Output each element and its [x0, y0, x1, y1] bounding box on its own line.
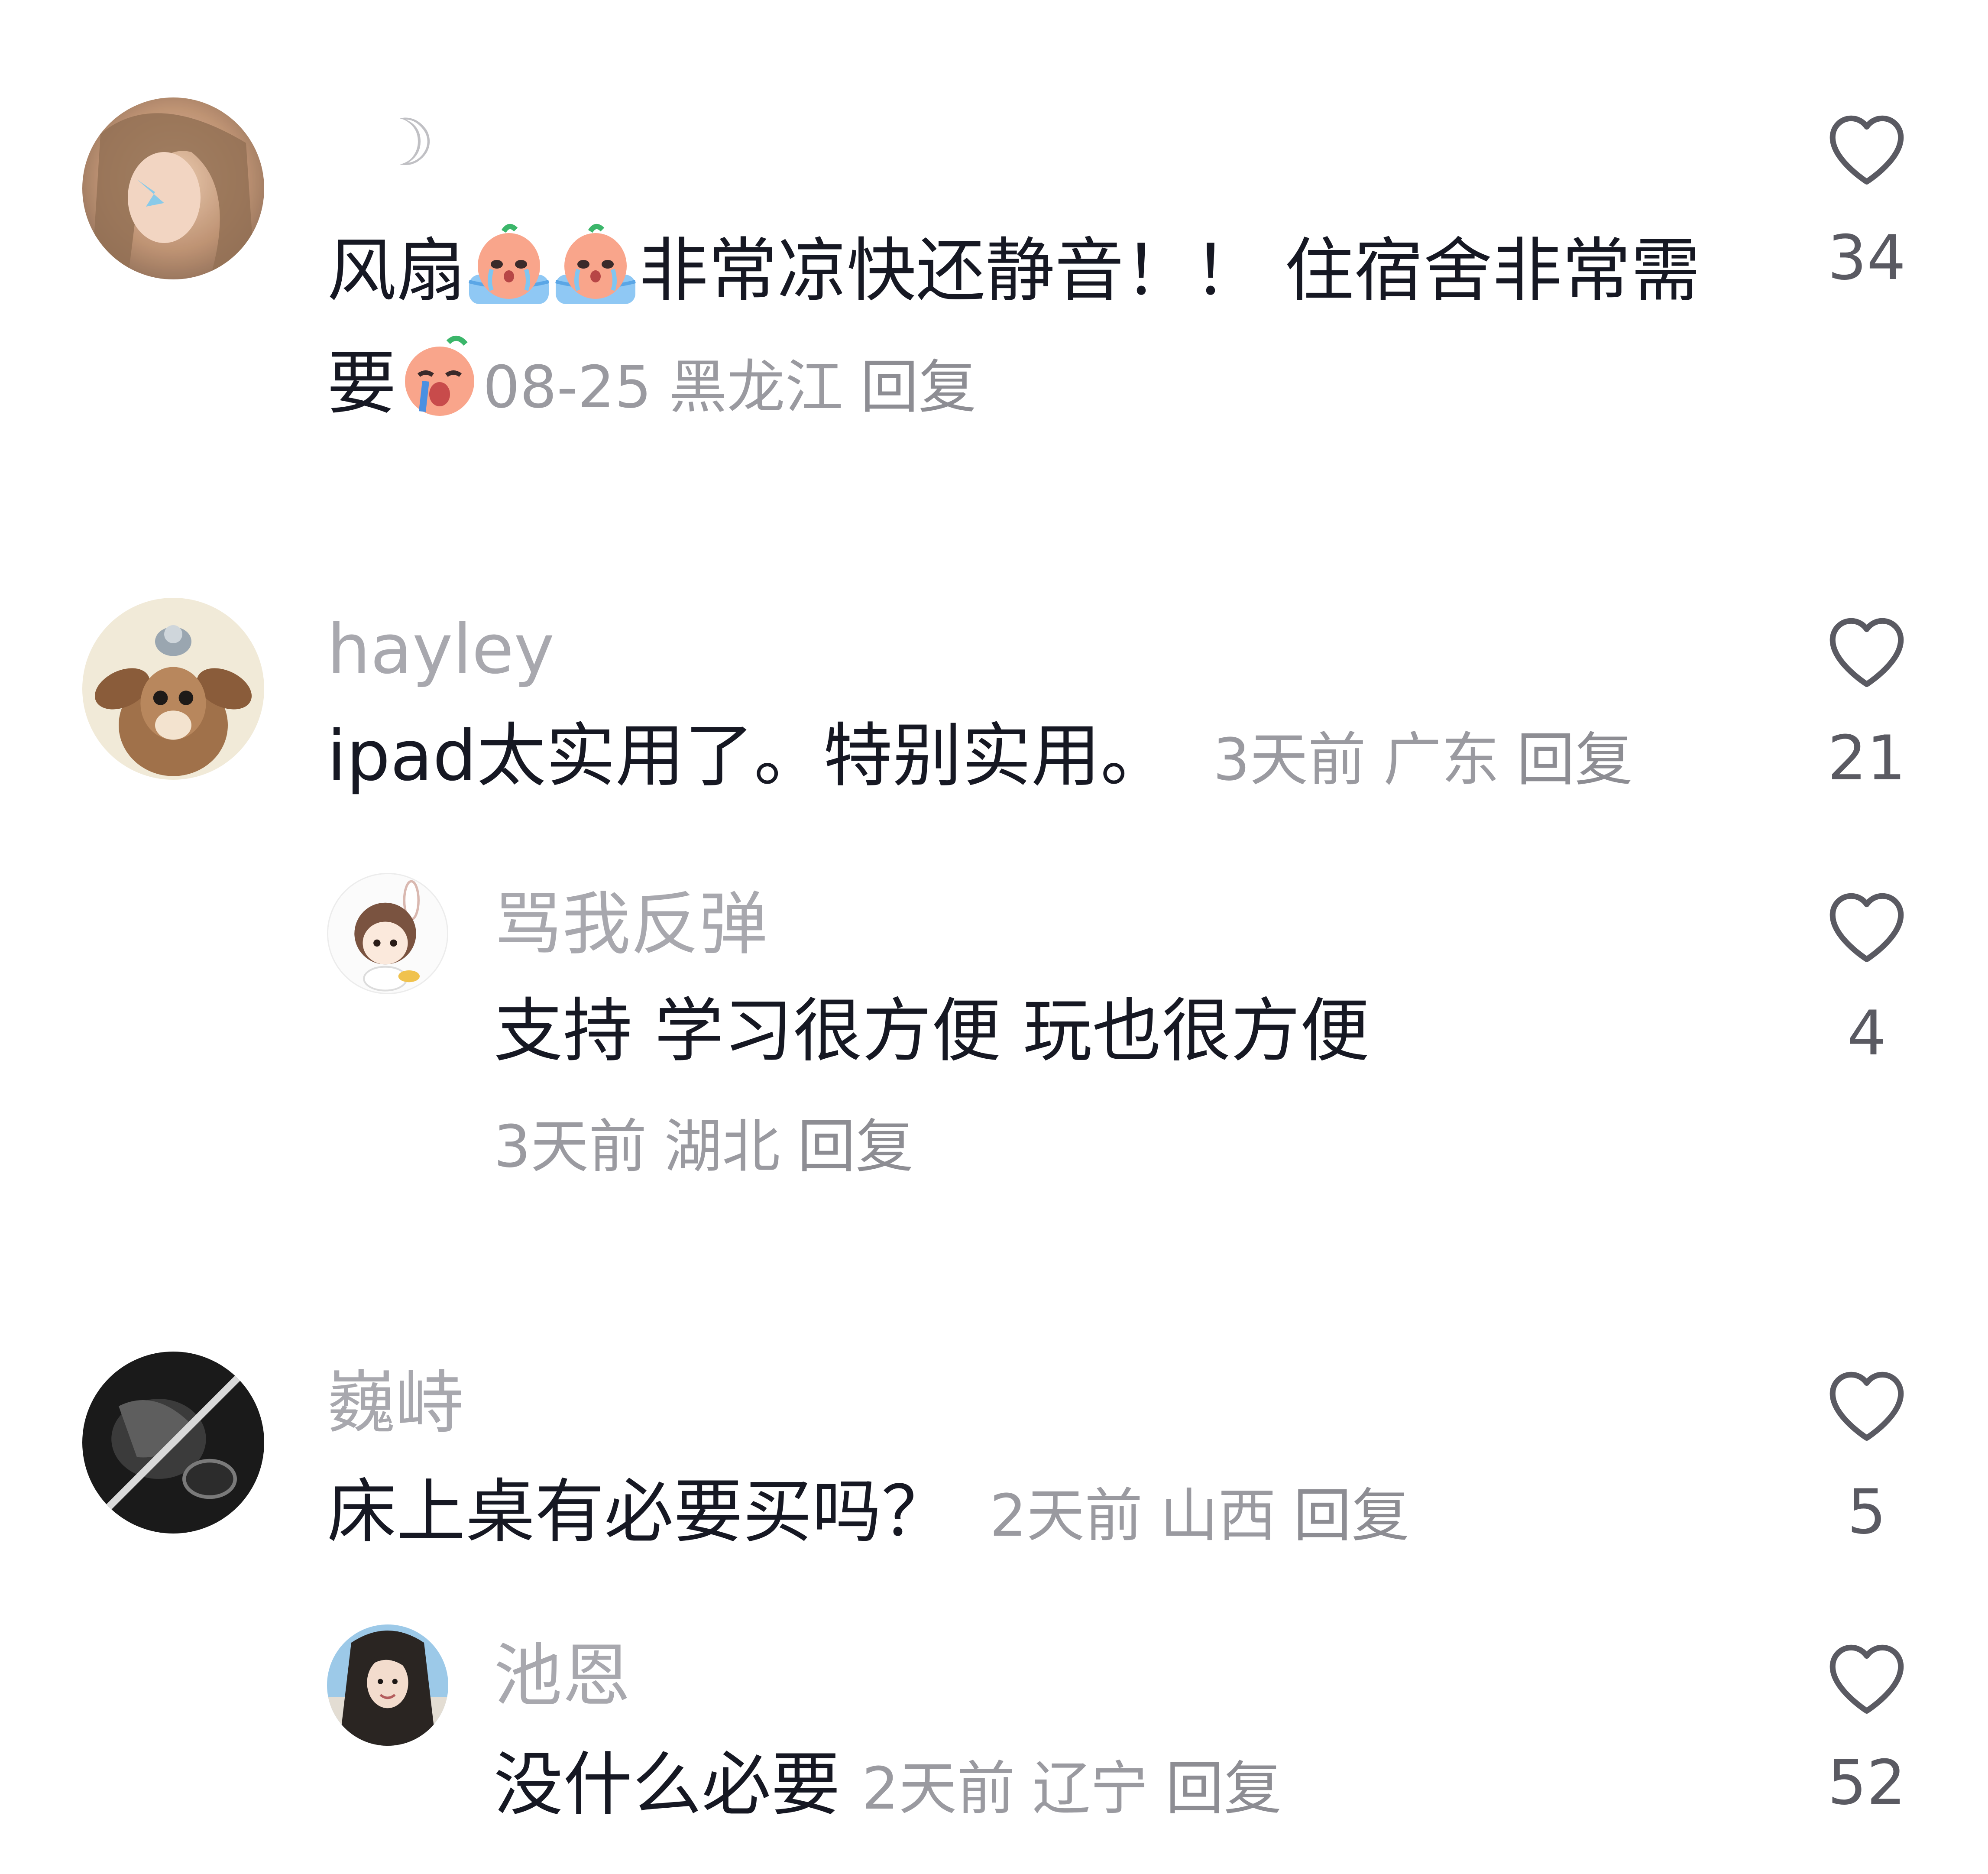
heart-outline-icon: [1829, 618, 1904, 687]
username[interactable]: ☽: [377, 110, 435, 175]
comment-time: 3天前: [494, 1113, 647, 1180]
username[interactable]: 巍峙: [327, 1369, 464, 1437]
like-button[interactable]: [1819, 882, 1914, 973]
avatar[interactable]: [82, 97, 264, 279]
like-count: 52: [1827, 1747, 1906, 1819]
comment-time: 2天前: [862, 1755, 1015, 1822]
username[interactable]: 骂我反弹: [494, 890, 767, 959]
avatar[interactable]: [82, 1352, 264, 1534]
crying-peach-emoji: [552, 221, 639, 308]
crying-peach-emoji: [466, 221, 552, 308]
reply-button[interactable]: 回复: [1293, 1482, 1409, 1550]
comment-meta: 08-25 黑龙江 回复: [483, 353, 976, 421]
comment-text: 风扇 非常凉快还静音！！ 住宿舍非常需: [327, 221, 1700, 308]
comment-location: 辽宁: [1032, 1755, 1149, 1822]
heart-outline-icon: [1829, 1644, 1904, 1714]
heart-outline-icon: [1829, 115, 1904, 185]
comment-time: 3天前: [1213, 726, 1366, 794]
heart-outline-icon: [1829, 1371, 1904, 1441]
comment-meta: 3天前 广东 回复: [1213, 726, 1633, 794]
comment-text-part: 风扇: [327, 230, 466, 311]
avatar[interactable]: [327, 873, 448, 994]
comment-text-part: 要: [327, 343, 397, 424]
like-count: 5: [1847, 1476, 1887, 1548]
comment-text-body: 床上桌有必要买吗？: [327, 1471, 951, 1552]
comment-time: 2天前: [990, 1482, 1143, 1550]
heart-outline-icon: [1829, 893, 1904, 962]
like-button[interactable]: [1819, 606, 1914, 697]
like-count: 21: [1827, 723, 1906, 794]
reply-meta: 3天前 湖北 回复: [494, 1118, 913, 1176]
reply-button[interactable]: 回复: [1166, 1755, 1282, 1822]
comment-time: 08-25: [483, 353, 652, 421]
comment-location: 广东: [1383, 726, 1499, 794]
comment-text-part: 非常凉快还静音！！ 住宿舍非常需: [639, 230, 1700, 311]
comment-meta: 2天前 山西 回复: [990, 1482, 1409, 1550]
like-button[interactable]: [1819, 1360, 1914, 1451]
avatar[interactable]: [82, 598, 264, 780]
comment-location: 湖北: [664, 1113, 780, 1180]
comment-location: 黑龙江: [669, 353, 843, 421]
comment-text: 床上桌有必要买吗？ 2天前 山西 回复: [327, 1477, 1409, 1547]
reply-button[interactable]: 回复: [1517, 726, 1633, 794]
reply-button[interactable]: 回复: [860, 353, 976, 421]
reply-text: 没什么必要 2天前 辽宁 回复: [494, 1750, 1282, 1819]
reply-button[interactable]: 回复: [797, 1113, 913, 1180]
reply-text-body: 没什么必要: [494, 1744, 841, 1825]
avatar[interactable]: [327, 1624, 448, 1746]
username[interactable]: hayley: [327, 615, 554, 684]
comment-location: 山西: [1160, 1482, 1276, 1550]
like-count: 4: [1847, 998, 1887, 1069]
username[interactable]: 池恩: [494, 1642, 631, 1710]
like-button[interactable]: [1819, 1633, 1914, 1724]
reply-text: 支持 学习很方便 玩也很方便: [494, 990, 1370, 1071]
like-count: 34: [1827, 222, 1906, 294]
comment-text: ipad太实用了。特别实用。 3天前 广东 回复: [327, 721, 1633, 791]
comment-meta: 2天前 辽宁 回复: [862, 1755, 1282, 1822]
comment-text-body: ipad太实用了。特别实用。: [327, 715, 1170, 796]
comment-text-continued: 要 08-25 黑龙江 回复: [327, 334, 976, 420]
crying-peach-emoji: [396, 334, 483, 420]
like-button[interactable]: [1819, 104, 1914, 195]
